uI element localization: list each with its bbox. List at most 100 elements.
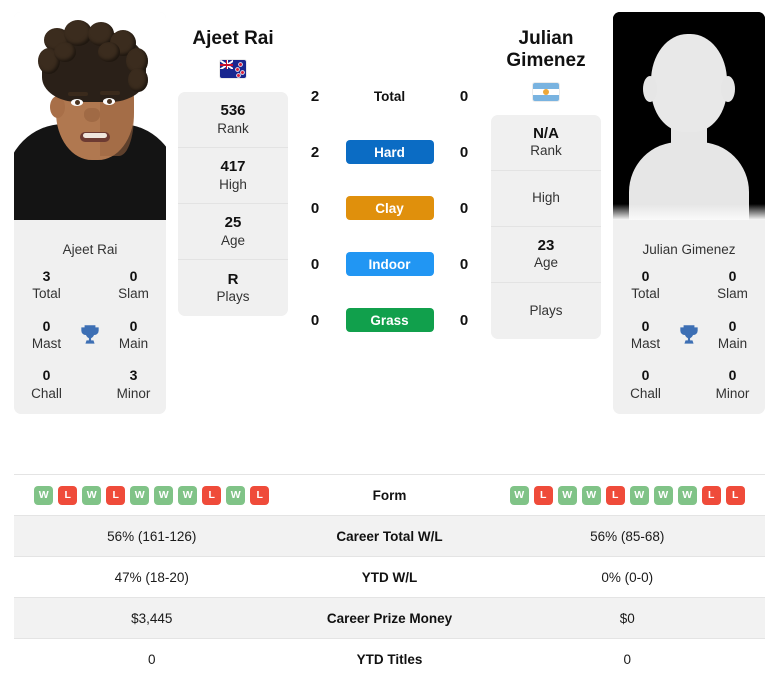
left-titles-minor-label: Minor <box>116 385 151 401</box>
left-titles-mast: 0 Mast <box>20 317 73 353</box>
left-stat-age: 25 Age <box>178 204 288 261</box>
table-row-career-prize-money: $3,445 Career Prize Money $0 <box>14 597 765 638</box>
right-titles-minor-value: 0 <box>728 367 737 384</box>
left-titles-mast-label: Mast <box>31 335 62 351</box>
right-titles-minor: 0 Minor <box>706 366 759 402</box>
left-ytd-titles: 0 <box>147 651 156 667</box>
left-career-prize-money: $3,445 <box>131 610 173 626</box>
table-row-label-career-total-wl: Career Total W/L <box>336 528 443 544</box>
left-stat-age-value: 25 <box>224 214 242 232</box>
comparison-table: WLWLWWWLWL Form WLWWLWWWLL 56% (161-126)… <box>0 474 779 679</box>
left-player-name: Ajeet Rai <box>192 28 274 49</box>
table-row-form: WLWLWWWLWL Form WLWWLWWWLL <box>14 474 765 515</box>
form-badge-win: W <box>557 485 577 505</box>
left-trophy-icon-cell <box>73 322 107 348</box>
right-titles-main: 0 Main <box>706 317 759 353</box>
left-form-cell: WLWLWWWLWL <box>14 485 290 505</box>
left-titles-card: Ajeet Rai 3 Total 0 Slam 0 Mast 0 Main 0… <box>14 232 166 415</box>
left-player-info-column: Ajeet Rai 536 Rank 417 High 25 Age R Pla… <box>174 12 292 317</box>
form-badge-loss: L <box>605 485 625 505</box>
table-row-label-ytd-titles: YTD Titles <box>356 651 423 667</box>
form-badge-win: W <box>82 485 102 505</box>
left-player-stat-stack: 536 Rank 417 High 25 Age R Plays <box>178 92 288 317</box>
surface-pill-clay: Clay <box>345 196 434 220</box>
h2h-indoor-right-score: 0 <box>459 255 469 273</box>
right-titles-mast-label: Mast <box>630 335 661 351</box>
left-player-photo-card[interactable]: Ajeet Rai <box>14 12 166 260</box>
trophy-icon <box>680 324 698 344</box>
left-stat-plays-label: Plays <box>216 289 250 305</box>
left-titles-chall: 0 Chall <box>20 366 73 402</box>
right-stat-high: High <box>491 171 601 227</box>
table-row-label-form: Form <box>372 487 407 503</box>
nz-flag-icon <box>220 60 246 79</box>
right-titles-main-label: Main <box>717 335 748 351</box>
left-titles-chall-value: 0 <box>42 367 51 384</box>
left-titles-chall-label: Chall <box>31 385 62 401</box>
right-stat-age-label: Age <box>533 255 559 271</box>
form-badge-loss: L <box>533 485 553 505</box>
right-trophy-icon-cell <box>672 322 706 348</box>
right-titles-slam-label: Slam <box>717 286 748 302</box>
left-titles-main-label: Main <box>118 335 149 351</box>
right-ytd-wl: 0% (0-0) <box>601 569 654 585</box>
right-titles-mast: 0 Mast <box>619 317 672 353</box>
left-stat-age-label: Age <box>220 232 246 248</box>
ar-flag-icon <box>533 82 559 101</box>
right-titles-chall-value: 0 <box>641 367 650 384</box>
right-titles-total: 0 Total <box>619 267 672 303</box>
right-career-prize-money: $0 <box>619 610 635 626</box>
left-titles-mast-value: 0 <box>42 317 51 334</box>
h2h-indoor-left-score: 0 <box>310 255 320 273</box>
right-titles-card: Julian Gimenez 0 Total 0 Slam 0 Mast 0 M… <box>613 232 765 415</box>
right-stat-plays-label: Plays <box>529 302 563 318</box>
right-stat-high-label: High <box>532 190 560 206</box>
h2h-hard-right-score: 0 <box>459 143 469 161</box>
form-badge-loss: L <box>701 485 721 505</box>
right-form-cell: WLWWLWWWLL <box>490 485 766 505</box>
left-career-total-wl: 56% (161-126) <box>107 528 197 544</box>
right-player-photo-card[interactable]: Julian Gimenez <box>613 12 765 260</box>
right-stat-age: 23 Age <box>491 227 601 283</box>
left-titles-minor-value: 3 <box>129 367 138 384</box>
surface-pill-indoor: Indoor <box>345 252 434 276</box>
right-player-photo-column: Julian Gimenez <box>613 12 765 260</box>
form-badge-loss: L <box>58 485 78 505</box>
right-titles-total-value: 0 <box>641 268 650 284</box>
form-badge-win: W <box>629 485 649 505</box>
form-badge-win: W <box>178 485 198 505</box>
form-badge-win: W <box>653 485 673 505</box>
right-titles-mast-value: 0 <box>641 317 650 334</box>
right-titles-minor-label: Minor <box>715 385 750 401</box>
h2h-row-total: 2 Total 0 <box>292 68 487 124</box>
right-titles-total-label: Total <box>631 286 660 302</box>
h2h-clay-left-score: 0 <box>310 199 320 217</box>
table-row-label-career-prize-money: Career Prize Money <box>326 610 453 626</box>
h2h-total-label: Total <box>373 88 406 104</box>
left-stat-rank-label: Rank <box>217 120 249 136</box>
left-stat-high-label: High <box>219 176 247 192</box>
h2h-row-indoor: 0 Indoor 0 <box>292 236 487 292</box>
left-player-flag-wrap <box>178 60 288 79</box>
right-titles-chall: 0 Chall <box>619 366 672 402</box>
form-badge-win: W <box>154 485 174 505</box>
right-player-name: Julian Gimenez <box>506 28 586 72</box>
surface-pill-grass: Grass <box>345 308 434 332</box>
left-stat-plays-value: R <box>227 270 239 288</box>
left-player-photo-column: Ajeet Rai <box>14 12 166 260</box>
form-badge-loss: L <box>106 485 126 505</box>
h2h-total-left-score: 2 <box>310 87 320 105</box>
left-stat-rank-value: 536 <box>220 102 246 120</box>
right-career-total-wl: 56% (85-68) <box>590 528 665 544</box>
right-stat-rank-value: N/A <box>533 124 559 142</box>
right-titles-chall-label: Chall <box>630 385 661 401</box>
right-player-stat-stack: N/A Rank High 23 Age Plays <box>491 114 601 339</box>
form-badge-win: W <box>34 485 54 505</box>
right-titles-slam-value: 0 <box>728 268 737 284</box>
left-titles-main: 0 Main <box>107 317 160 353</box>
right-titles-main-value: 0 <box>728 317 737 334</box>
left-titles-slam: 0 Slam <box>107 267 160 303</box>
form-badge-win: W <box>130 485 150 505</box>
right-form-strip: WLWWLWWWLL <box>509 485 745 505</box>
table-row-career-total-wl: 56% (161-126) Career Total W/L 56% (85-6… <box>14 515 765 556</box>
